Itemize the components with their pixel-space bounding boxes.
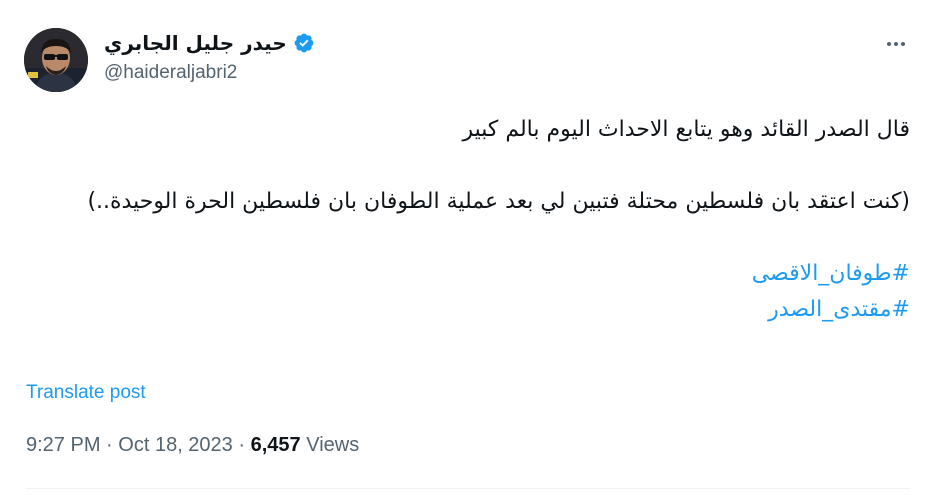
more-options-button[interactable] [880,34,912,54]
post-meta: 9:27 PM · Oct 18, 2023 · 6,457 Views [26,434,359,457]
verified-badge-icon [294,33,314,53]
divider [26,488,910,489]
post-line: قال الصدر القائد وهو يتابع الاحداث اليوم… [462,117,910,142]
hashtag-link[interactable]: #طوفان_الاقصى [50,256,910,292]
views-count[interactable]: 6,457 [251,434,301,456]
more-dots-icon [887,42,891,46]
author-handle[interactable]: @haideraljabri2 [104,62,237,84]
avatar[interactable] [24,28,88,92]
tweet-card: حيدر جليل الجابري @haideraljabri2 قال ال… [0,0,936,495]
author-display-name[interactable]: حيدر جليل الجابري [104,31,287,55]
post-date[interactable]: Oct 18, 2023 [118,434,233,456]
translate-post-link[interactable]: Translate post [26,382,146,404]
post-time[interactable]: 9:27 PM [26,434,100,456]
hashtag-link[interactable]: #مقتدى_الصدر [50,292,910,328]
post-line: (كنت اعتقد بان فلسطين محتلة فتبين لي بعد… [87,189,910,214]
post-text: قال الصدر القائد وهو يتابع الاحداث اليوم… [50,112,910,328]
views-label: Views [306,434,360,456]
meta-separator: · [238,434,246,456]
author-name-row[interactable]: حيدر جليل الجابري [104,28,315,58]
meta-separator: · [106,434,113,456]
avatar-photo [24,28,88,92]
